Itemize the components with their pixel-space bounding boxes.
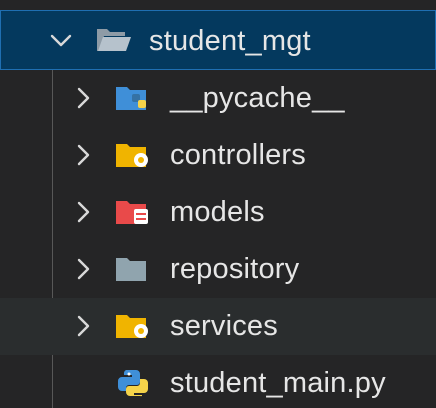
tree-item-student-main-py[interactable]: student_main.py xyxy=(0,355,436,408)
tree-item-models[interactable]: models xyxy=(0,184,436,241)
folder-open-icon xyxy=(95,23,133,55)
chevron-down-icon[interactable] xyxy=(49,28,73,52)
tree-item-label: controllers xyxy=(170,139,306,171)
tree-item-label: models xyxy=(170,196,265,228)
tree-item-label: student_main.py xyxy=(170,367,386,399)
chevron-right-icon[interactable] xyxy=(71,257,95,281)
tree-item-label: student_mgt xyxy=(149,25,311,57)
tree-item-student-mgt[interactable]: student_mgt xyxy=(0,10,436,70)
tree-item-label: services xyxy=(170,310,278,342)
chevron-right-icon[interactable] xyxy=(71,86,95,110)
folder-icon xyxy=(114,253,152,285)
chevron-right-icon[interactable] xyxy=(71,314,95,338)
file-explorer: student_mgt __pycache__ controllers mode… xyxy=(0,0,436,408)
python-folder-icon xyxy=(114,82,152,114)
tree-item-controllers[interactable]: controllers xyxy=(0,127,436,184)
python-file-icon xyxy=(114,367,152,399)
chevron-right-icon[interactable] xyxy=(71,143,95,167)
tree-item-label: __pycache__ xyxy=(170,82,345,114)
tree-item-pycache[interactable]: __pycache__ xyxy=(0,70,436,127)
tree-item-services[interactable]: services xyxy=(0,298,436,355)
models-folder-icon xyxy=(114,196,152,228)
services-folder-icon xyxy=(114,310,152,342)
tree-item-label: repository xyxy=(170,253,300,285)
chevron-right-icon[interactable] xyxy=(71,200,95,224)
controllers-folder-icon xyxy=(114,139,152,171)
tree-item-repository[interactable]: repository xyxy=(0,241,436,298)
